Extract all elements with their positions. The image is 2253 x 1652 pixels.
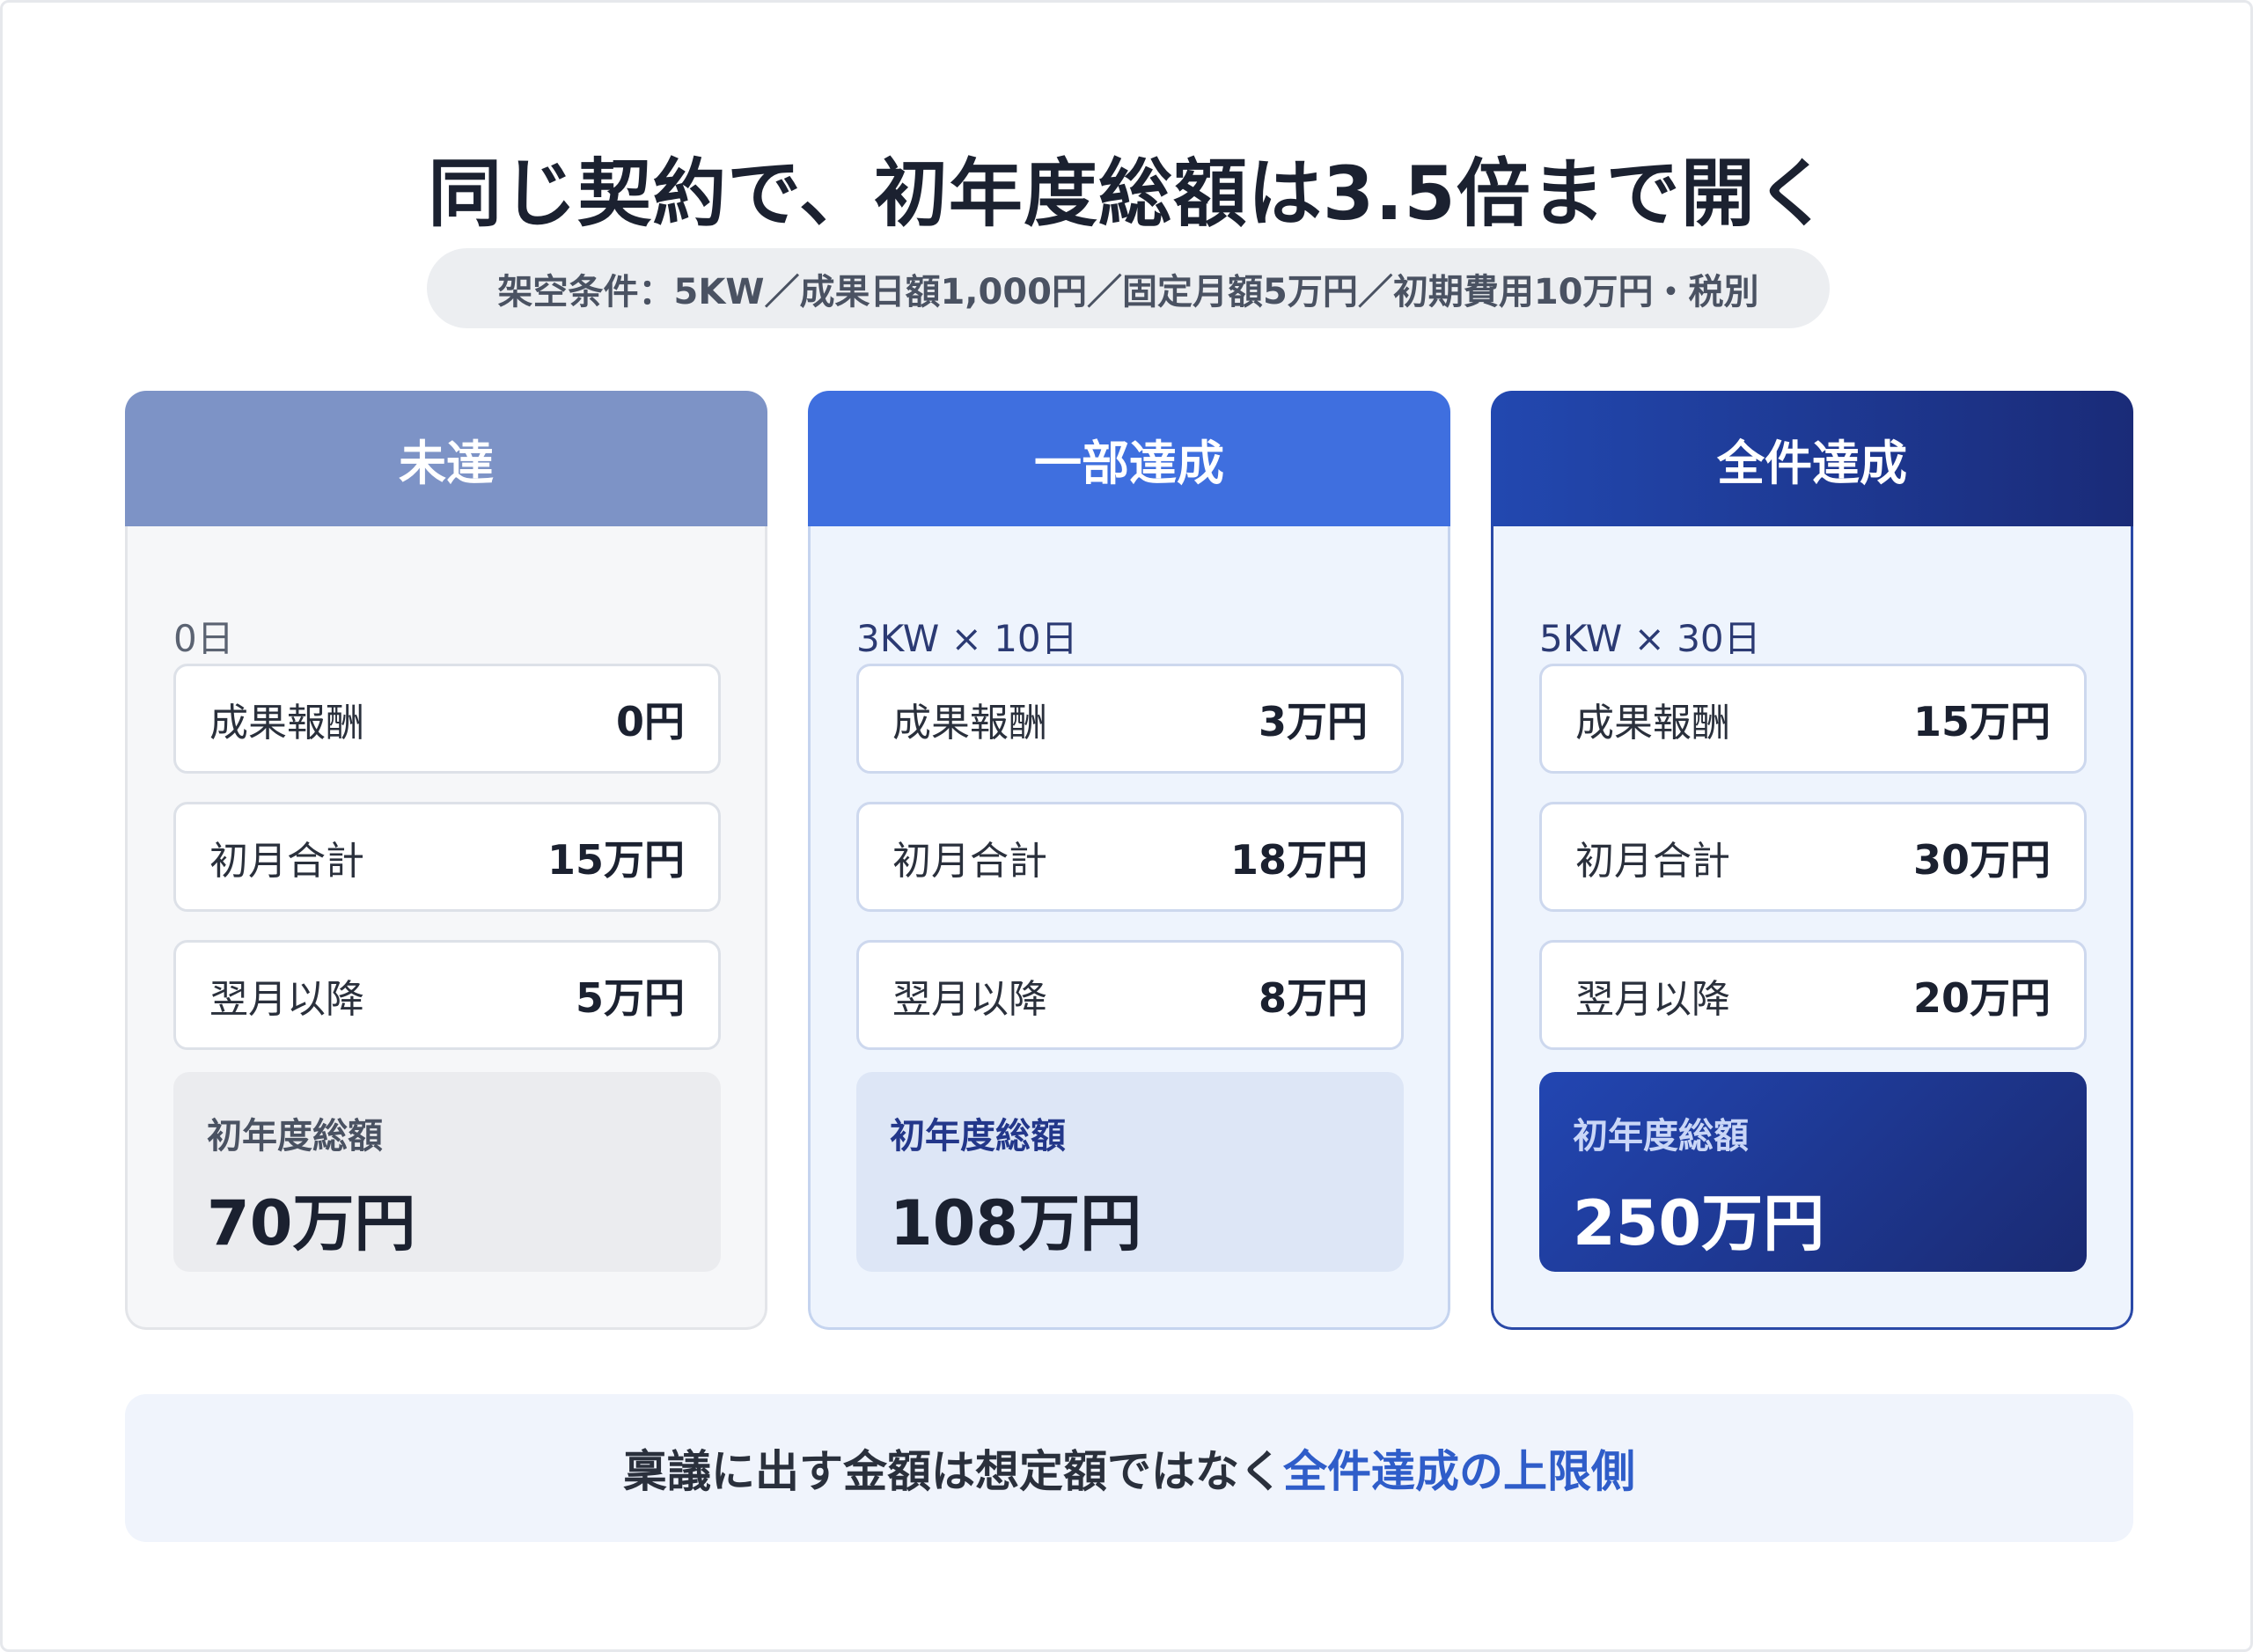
card-header: 一部達成 [808,391,1450,526]
row-label: 翌月以降 [1575,976,1730,1022]
row-label: 翌月以降 [209,976,364,1022]
row-first-month-total: 初月合計 15万円 [173,802,721,912]
row-label: 成果報酬 [892,700,1047,745]
conclusion-note: 稟議に出す金額は想定額ではなく 全件達成の上限側 [125,1394,2133,1542]
row-label: 初月合計 [1575,838,1730,884]
scenario-card-full: 全件達成 5KW × 30日 成果報酬 15万円 初月合計 30万円 翌月以降 … [1491,391,2133,1330]
row-following-months: 翌月以降 5万円 [173,940,721,1050]
row-value: 0円 [615,697,685,745]
row-label: 初月合計 [892,838,1047,884]
row-first-month-total: 初月合計 30万円 [1539,802,2087,912]
total-label: 初年度総額 [890,1116,1066,1156]
page-title: 同じ契約で、初年度総額は3.5倍まで開く [428,151,1831,237]
row-performance-fee: 成果報酬 0円 [173,664,721,774]
row-label: 翌月以降 [892,976,1047,1022]
card-header: 全件達成 [1491,391,2133,526]
first-year-total-box: 初年度総額 108万円 [856,1072,1404,1272]
row-value: 15万円 [1912,697,2051,745]
slide-frame: 同じ契約で、初年度総額は3.5倍まで開く 架空条件：5KW／成果日額1,000円… [0,0,2253,1652]
row-performance-fee: 成果報酬 3万円 [856,664,1404,774]
card-formula: 3KW × 10日 [856,617,1078,660]
card-header: 未達 [125,391,767,526]
row-label: 成果報酬 [209,700,364,745]
condition-pill: 架空条件：5KW／成果日額1,000円／固定月額5万円／初期費用10万円・税別 [427,248,1830,328]
total-value: 250万円 [1573,1187,1825,1259]
total-value: 70万円 [207,1187,416,1259]
row-value: 20万円 [1912,973,2051,1022]
row-performance-fee: 成果報酬 15万円 [1539,664,2087,774]
row-value: 18万円 [1229,835,1368,884]
row-value: 3万円 [1258,697,1368,745]
scenario-card-unachieved: 未達 0日 成果報酬 0円 初月合計 15万円 翌月以降 5万円 初年度総額 7… [125,391,767,1330]
row-label: 成果報酬 [1575,700,1730,745]
row-value: 15万円 [547,835,685,884]
note-highlight: 全件達成の上限側 [1283,1446,1635,1497]
row-value: 8万円 [1258,973,1368,1022]
card-body: 3KW × 10日 成果報酬 3万円 初月合計 18万円 翌月以降 8万円 初年… [808,526,1450,1330]
row-value: 5万円 [575,973,685,1022]
total-label: 初年度総額 [1573,1116,1749,1156]
total-value: 108万円 [890,1187,1142,1259]
row-following-months: 翌月以降 20万円 [1539,940,2087,1050]
note-text: 稟議に出す金額は想定額ではなく [623,1446,1283,1497]
row-following-months: 翌月以降 8万円 [856,940,1404,1050]
scenario-card-partial: 一部達成 3KW × 10日 成果報酬 3万円 初月合計 18万円 翌月以降 8… [808,391,1450,1330]
row-first-month-total: 初月合計 18万円 [856,802,1404,912]
card-body: 0日 成果報酬 0円 初月合計 15万円 翌月以降 5万円 初年度総額 70万円 [125,526,767,1330]
first-year-total-box: 初年度総額 250万円 [1539,1072,2087,1272]
row-value: 30万円 [1912,835,2051,884]
first-year-total-box: 初年度総額 70万円 [173,1072,721,1272]
total-label: 初年度総額 [207,1116,383,1156]
card-formula: 0日 [173,617,234,660]
row-label: 初月合計 [209,838,364,884]
card-formula: 5KW × 30日 [1539,617,1761,660]
card-body: 5KW × 30日 成果報酬 15万円 初月合計 30万円 翌月以降 20万円 … [1491,526,2133,1330]
